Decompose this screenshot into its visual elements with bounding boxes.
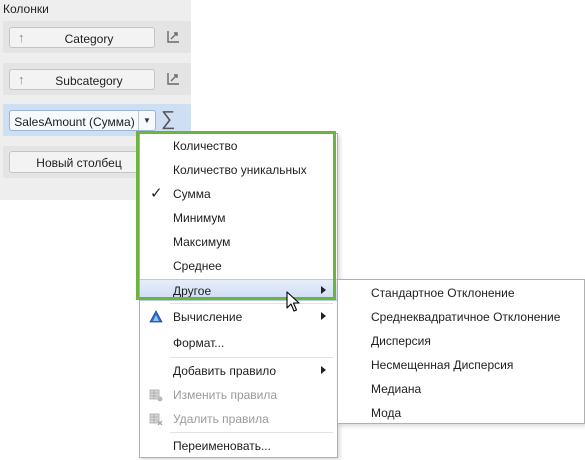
submenu-item-mode[interactable]: Мода [338,402,584,424]
menu-item-count-distinct[interactable]: Количество уникальных [140,159,337,181]
submenu-item-rms-dev[interactable]: Среднеквадратичное Отклонение [338,306,584,328]
submenu-arrow-icon [321,366,326,374]
field-row-subcategory: ↑ Subcategory [3,63,191,95]
field-label: Subcategory [55,74,123,88]
field-row-category: ↑ Category [3,21,191,53]
menu-item-label: Переименовать... [173,439,271,453]
calculation-triangle-icon [149,310,163,323]
edit-rules-icon [149,389,163,402]
mouse-cursor-icon [286,291,300,312]
category-field-button[interactable]: ↑ Category [9,27,155,48]
sigma-icon[interactable]: ∑ [161,108,175,131]
submenu-item-label: Несмещенная Дисперсия [371,358,514,372]
menu-item-label: Сумма [173,187,211,201]
menu-item-format[interactable]: Формат... [140,332,337,354]
dropdown-arrow-icon[interactable]: ▼ [138,111,155,130]
axis-transform-icon[interactable] [165,71,181,87]
menu-item-max[interactable]: Максимум [140,231,337,253]
submenu-item-label: Мода [371,406,402,420]
menu-item-label: Количество [173,139,238,153]
delete-rules-icon [149,413,163,426]
menu-item-label: Среднее [173,259,222,273]
menu-separator [170,303,333,304]
menu-separator [170,357,333,358]
menu-item-label: Добавить правило [173,364,277,378]
aggregation-context-menu: Количество Количество уникальных ✓ Сумма… [139,133,338,458]
field-label: SalesAmount (Сумма) [14,115,135,129]
sort-up-arrow-icon: ↑ [18,30,25,45]
menu-item-label: Другое [173,284,212,298]
menu-item-label: Удалить правила [173,412,269,426]
submenu-arrow-icon [321,286,326,294]
submenu-item-label: Медиана [371,382,422,396]
sort-up-arrow-icon: ↑ [18,72,25,87]
submenu-item-variance[interactable]: Дисперсия [338,330,584,352]
menu-separator [170,432,333,433]
menu-item-edit-rules[interactable]: Изменить правила [140,384,337,406]
new-column-label: Новый столбец [36,156,122,170]
menu-item-sum[interactable]: ✓ Сумма [140,183,337,205]
checkmark-icon: ✓ [150,185,163,202]
menu-item-count[interactable]: Количество [140,135,337,157]
menu-item-label: Максимум [173,235,231,249]
submenu-item-label: Среднеквадратичное Отклонение [371,310,561,324]
menu-item-label: Формат... [173,336,225,350]
submenu-item-std-dev[interactable]: Стандартное Отклонение [338,282,584,304]
submenu-item-unbiased-variance[interactable]: Несмещенная Дисперсия [338,354,584,376]
menu-item-add-rule[interactable]: Добавить правило [140,360,337,382]
field-row-salesamount: SalesAmount (Сумма) ▼ ∑ [3,104,191,136]
submenu-item-label: Стандартное Отклонение [371,286,515,300]
new-column-button[interactable]: Новый столбец [9,151,149,173]
submenu-item-label: Дисперсия [371,334,431,348]
submenu-item-median[interactable]: Медиана [338,378,584,400]
menu-item-delete-rules[interactable]: Удалить правила [140,408,337,430]
panel-title: Колонки [3,2,49,16]
axis-transform-icon[interactable] [165,29,181,45]
subcategory-field-button[interactable]: ↑ Subcategory [9,69,155,90]
salesamount-field-button[interactable]: SalesAmount (Сумма) ▼ [9,110,156,131]
menu-item-min[interactable]: Минимум [140,207,337,229]
menu-item-label: Вычисление [173,310,243,324]
menu-item-label: Изменить правила [173,388,278,402]
menu-item-calculation[interactable]: Вычисление [140,306,337,328]
menu-item-rename[interactable]: Переименовать... [140,435,337,457]
other-submenu: Стандартное Отклонение Среднеквадратично… [337,279,585,424]
menu-item-label: Количество уникальных [173,163,307,177]
menu-item-label: Минимум [173,211,226,225]
menu-item-other[interactable]: Другое [140,279,337,301]
submenu-arrow-icon [321,312,326,320]
field-label: Category [64,32,114,46]
menu-item-average[interactable]: Среднее [140,255,337,277]
